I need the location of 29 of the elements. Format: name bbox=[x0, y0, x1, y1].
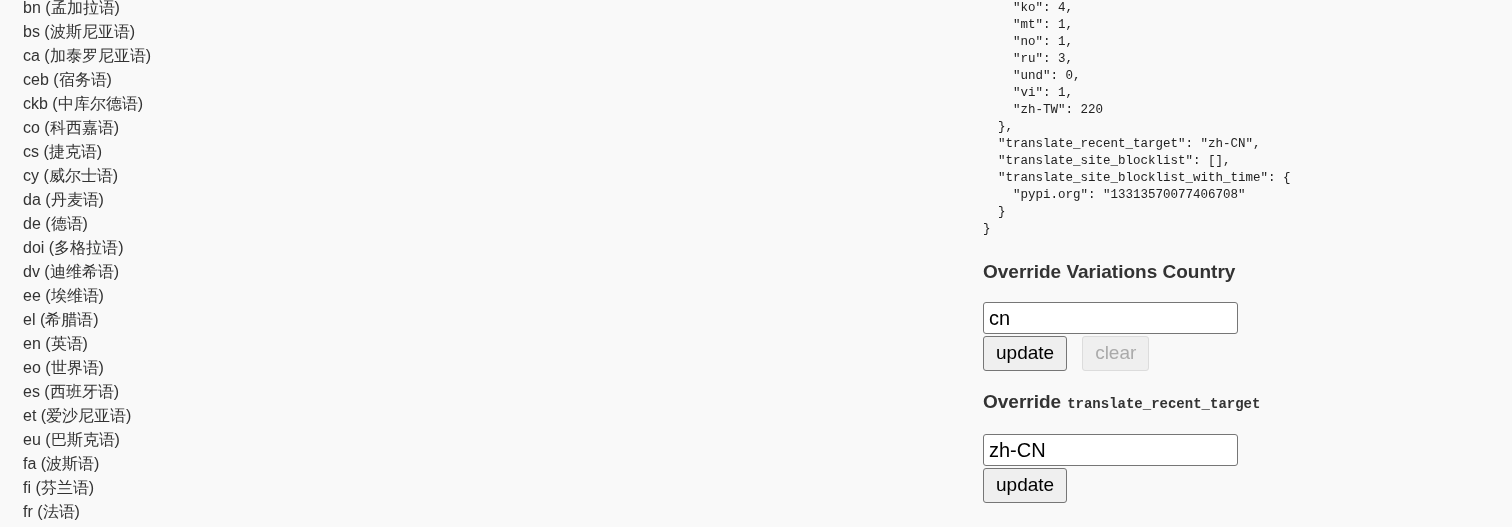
language-item: de (德语) bbox=[23, 214, 88, 234]
language-item: doi (多格拉语) bbox=[23, 238, 124, 258]
action-button[interactable]: update bbox=[983, 468, 1068, 503]
language-item: en (英语) bbox=[23, 334, 88, 354]
language-item: el (希腊语) bbox=[23, 310, 99, 330]
language-item: ckb (中库尔德语) bbox=[23, 94, 143, 114]
action-button[interactable]: update bbox=[983, 336, 1068, 371]
language-item: cs (捷克语) bbox=[23, 142, 103, 162]
text-input[interactable]: cn bbox=[983, 302, 1238, 334]
language-item: fr (法语) bbox=[23, 502, 80, 522]
language-item: es (西班牙语) bbox=[23, 382, 119, 402]
language-item: ca (加泰罗尼亚语) bbox=[23, 46, 151, 66]
language-item: fi (芬兰语) bbox=[23, 478, 95, 498]
language-item: eu (巴斯克语) bbox=[23, 430, 120, 450]
language-item: ceb (宿务语) bbox=[23, 70, 112, 90]
language-item: cy (威尔士语) bbox=[23, 166, 119, 186]
language-item: ee (埃维语) bbox=[23, 286, 104, 306]
language-item: fa (波斯语) bbox=[23, 454, 100, 474]
language-item: bn (孟加拉语) bbox=[23, 0, 120, 18]
language-item: bs (波斯尼亚语) bbox=[23, 22, 135, 42]
section-heading: Override translate_recent_target bbox=[983, 391, 1261, 414]
language-item: et (爱沙尼亚语) bbox=[23, 406, 132, 426]
prefs-json-code: "ko": 4, "mt": 1, "no": 1, "ru": 3, "und": 0, "vi": 1, "zh-TW": 220 }, "translate_recent_target": "zh-CN", "translate_site_blocklist": [], "translate_site_blocklist_with_time": { "pypi.org": "13313570077406708" } } bbox=[983, 0, 1291, 238]
language-item: co (科西嘉语) bbox=[23, 118, 119, 138]
language-item: eo (世界语) bbox=[23, 358, 104, 378]
language-item: dv (迪维希语) bbox=[23, 262, 119, 282]
section-heading: Override Variations Country bbox=[983, 261, 1236, 283]
language-item: da (丹麦语) bbox=[23, 190, 104, 210]
text-input[interactable]: zh-CN bbox=[983, 434, 1238, 466]
